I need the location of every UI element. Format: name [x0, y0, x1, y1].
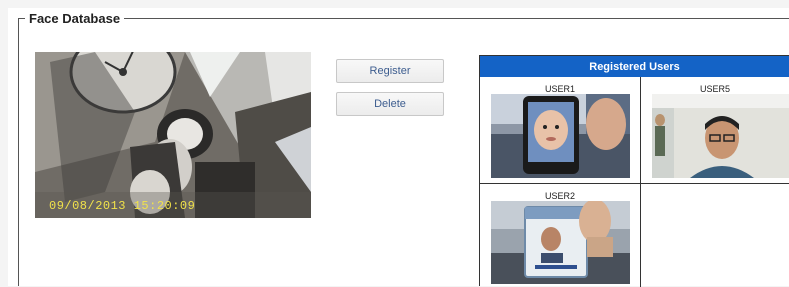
registered-users-panel: Registered Users USER1 USER5 USER2	[479, 55, 789, 287]
delete-button[interactable]: Delete	[336, 92, 444, 116]
user5-face-thumbnail	[652, 94, 789, 178]
registered-users-grid: USER1 USER5 USER2	[480, 77, 789, 287]
user-name: USER2	[544, 191, 575, 201]
camera-timestamp: 09/08/2013 15:20:09	[49, 199, 196, 213]
user-card-user5[interactable]: USER5	[641, 77, 789, 184]
live-camera-view: 09/08/2013 15:20:09	[35, 52, 311, 218]
register-button[interactable]: Register	[336, 59, 444, 83]
registered-users-header: Registered Users	[480, 56, 789, 77]
user-name: USER1	[544, 84, 575, 94]
section-title: Face Database	[25, 11, 125, 26]
user1-face-thumbnail	[491, 94, 630, 178]
user-card-user2[interactable]: USER2	[480, 184, 641, 287]
fieldset-border-top	[18, 18, 789, 19]
page: Face Database 09/08/2013 15:20:09 Regist…	[0, 0, 789, 287]
user-card-user1[interactable]: USER1	[480, 77, 641, 184]
user-name: USER5	[699, 84, 730, 94]
fieldset-border-left	[18, 18, 19, 286]
user2-face-thumbnail	[491, 201, 630, 284]
